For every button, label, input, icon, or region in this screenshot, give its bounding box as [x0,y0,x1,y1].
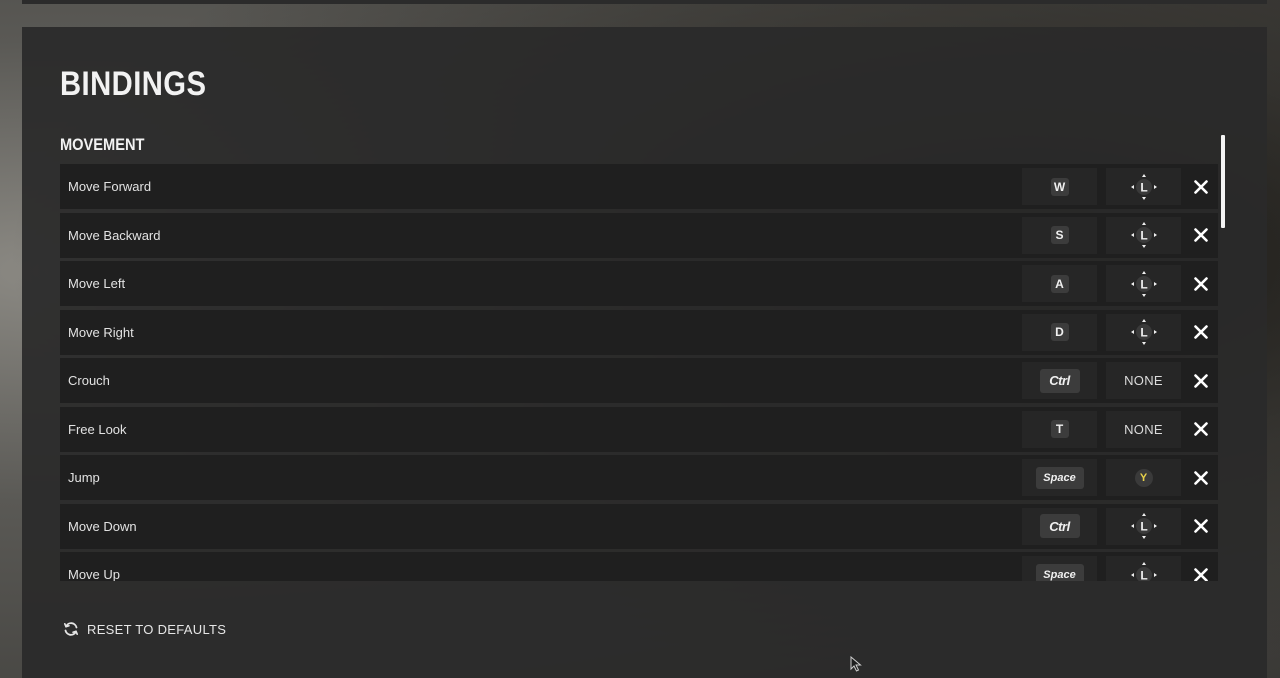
gamepad-binding-slot[interactable]: L [1106,313,1181,351]
close-icon [1194,228,1208,242]
clear-binding-button[interactable] [1184,455,1218,500]
close-icon [1194,422,1208,436]
close-icon [1194,325,1208,339]
binding-action-label: Move Right [68,324,134,340]
clear-binding-button[interactable] [1184,164,1218,209]
stick-letter: L [1140,326,1147,340]
close-icon [1194,567,1208,581]
top-strip [22,0,1267,4]
stick-letter: L [1140,568,1147,581]
section-title-movement: MOVEMENT [60,135,145,154]
gamepad-binding-slot[interactable]: NONE [1106,410,1181,448]
keyboard-binding-slot[interactable]: Space [1022,556,1097,581]
keyboard-binding-slot[interactable]: Ctrl [1022,362,1097,399]
gamepad-binding-slot[interactable]: NONE [1106,362,1181,399]
binding-action-label: Free Look [68,421,127,437]
left-stick-icon: L [1130,270,1157,297]
clear-binding-button[interactable] [1184,358,1218,403]
clear-binding-button[interactable] [1184,407,1218,452]
gamepad-none-label: NONE [1124,421,1163,437]
mouse-cursor-icon [850,656,862,672]
refresh-icon [64,622,78,636]
keyboard-binding-slot[interactable]: W [1022,168,1097,205]
binding-row: Move Right D L [60,309,1218,355]
keyboard-binding-slot[interactable]: A [1022,265,1097,302]
keyboard-key: Ctrl [1039,514,1080,538]
binding-action-label: Move Up [68,567,121,581]
binding-row: Move Down Ctrl L [60,503,1218,549]
keyboard-binding-slot[interactable]: S [1022,216,1097,254]
close-icon [1194,519,1208,533]
clear-binding-button[interactable] [1184,504,1218,549]
gamepad-binding-slot[interactable]: L [1106,216,1181,254]
clear-binding-button[interactable] [1184,310,1218,355]
binding-row: Jump Space Y [60,455,1218,500]
stick-letter: L [1140,520,1147,534]
binding-row: Move Up Space L [60,552,1218,581]
keyboard-key: D [1050,323,1069,341]
binding-action-label: Move Down [68,518,137,534]
stick-letter: L [1140,180,1147,194]
keyboard-key: W [1050,177,1069,196]
clear-binding-button[interactable] [1184,213,1218,258]
binding-action-label: Move Forward [68,179,152,194]
stick-letter: L [1140,229,1147,243]
keyboard-key: T [1050,420,1069,438]
binding-row: Move Backward S L [60,212,1218,258]
binding-row: Free Look T NONE [60,406,1218,452]
gamepad-none-label: NONE [1124,373,1163,388]
reset-label: RESET TO DEFAULTS [87,621,227,637]
keyboard-key: Space [1035,466,1084,489]
left-stick-icon: L [1130,222,1157,248]
binding-row: Move Forward W L [60,164,1218,209]
binding-action-label: Crouch [68,373,110,388]
keyboard-binding-slot[interactable]: Ctrl [1022,507,1097,545]
keyboard-binding-slot[interactable]: D [1022,313,1097,351]
close-icon [1194,276,1208,291]
binding-action-label: Move Backward [68,227,161,243]
gamepad-y-button-icon: Y [1134,468,1153,487]
bindings-panel: BINDINGS MOVEMENT Move Forward W L Move Bac… [22,27,1267,678]
gamepad-binding-slot[interactable]: L [1106,265,1181,302]
bindings-list: Move Forward W L Move Backward S L Move Left A L… [60,164,1218,581]
left-stick-icon: L [1130,173,1157,200]
close-icon [1194,470,1208,485]
left-stick-icon: L [1130,561,1157,581]
gamepad-binding-slot[interactable]: L [1106,507,1181,545]
keyboard-binding-slot[interactable]: Space [1022,459,1097,496]
page-title: BINDINGS [60,65,207,103]
left-stick-icon: L [1130,319,1157,345]
keyboard-key: A [1050,274,1069,293]
keyboard-key: Ctrl [1039,368,1080,393]
left-stick-icon: L [1130,513,1157,539]
keyboard-key: Space [1035,563,1084,581]
keyboard-binding-slot[interactable]: T [1022,410,1097,448]
binding-row: Crouch Ctrl NONE [60,358,1218,403]
binding-action-label: Jump [68,470,100,485]
binding-action-label: Move Left [68,276,126,291]
gamepad-binding-slot[interactable]: L [1106,556,1181,581]
close-icon [1194,373,1208,388]
binding-row: Move Left A L [60,261,1218,306]
clear-binding-button[interactable] [1184,261,1218,306]
gamepad-binding-slot[interactable]: L [1106,168,1181,205]
keyboard-key: S [1050,226,1069,244]
reset-to-defaults-button[interactable]: RESET TO DEFAULTS [60,617,226,641]
close-icon [1194,179,1208,194]
scrollbar-thumb[interactable] [1221,135,1225,228]
gamepad-binding-slot[interactable]: Y [1106,459,1181,496]
clear-binding-button[interactable] [1184,552,1218,581]
stick-letter: L [1140,277,1147,291]
